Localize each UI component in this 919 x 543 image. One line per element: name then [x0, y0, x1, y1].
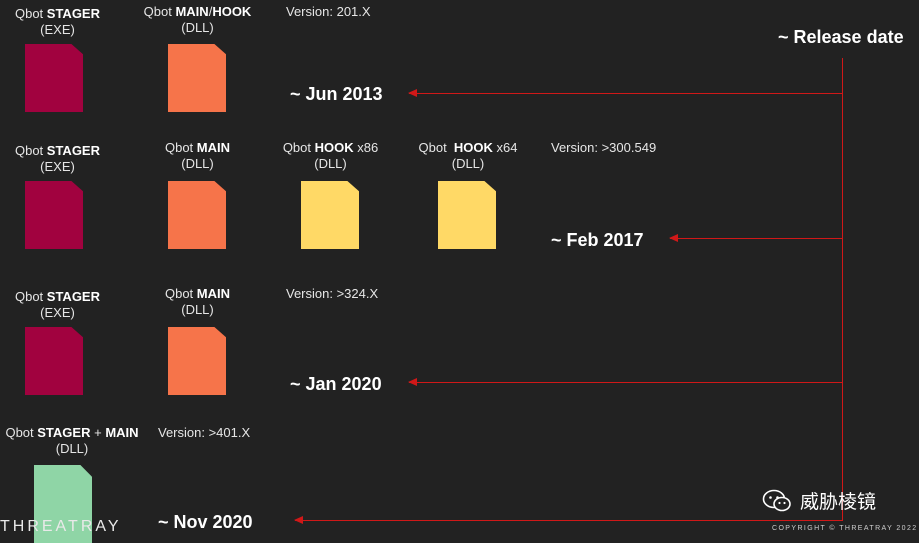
copyright-text: COPYRIGHT © THREATRAY 2022	[772, 525, 918, 532]
version-label: Version: >324.X	[286, 286, 379, 301]
hook-x86-dll-label: Qbot HOOK x86 (DLL)	[282, 140, 379, 171]
main-hook-dll-file-icon	[168, 44, 226, 112]
timeline-arrow	[669, 234, 842, 242]
version-label: Version: 201.X	[286, 4, 371, 19]
stager-exe-label: Qbot STAGER (EXE)	[14, 289, 100, 320]
wechat-account-name: 威胁棱镜	[800, 491, 877, 513]
release-date-label: ~ Jan 2020	[290, 374, 382, 394]
release-date-heading: ~ Release date	[778, 27, 904, 47]
hook-x64-dll-file-icon	[438, 181, 496, 249]
stager-main-dll-label: Qbot STAGER + MAIN (DLL)	[5, 425, 139, 456]
wechat-watermark: 威胁棱镜	[762, 487, 876, 514]
main-hook-dll-label: Qbot MAIN/HOOK (DLL)	[143, 4, 252, 35]
main-dll-label: Qbot MAIN (DLL)	[164, 286, 230, 317]
hook-x86-dll-file-icon	[301, 181, 359, 249]
timeline-line	[842, 58, 843, 521]
stager-exe-label: Qbot STAGER (EXE)	[14, 6, 100, 37]
main-dll-file-icon	[168, 181, 226, 249]
stager-exe-file-icon	[25, 327, 83, 395]
timeline-arrow	[408, 378, 842, 386]
timeline-arrow	[408, 89, 842, 97]
stager-exe-file-icon	[25, 44, 83, 112]
release-date-label: ~ Feb 2017	[551, 230, 644, 250]
hook-x64-dll-label: Qbot HOOK x64 (DLL)	[418, 140, 518, 171]
release-date-label: ~ Nov 2020	[158, 512, 253, 532]
wechat-icon	[762, 489, 791, 511]
timeline-arrow	[294, 516, 843, 524]
main-dll-file-icon	[168, 327, 226, 395]
version-label: Version: >300.549	[551, 140, 657, 155]
stager-exe-label: Qbot STAGER (EXE)	[14, 143, 100, 174]
version-label: Version: >401.X	[158, 425, 251, 440]
stager-exe-file-icon	[25, 181, 83, 249]
release-date-label: ~ Jun 2013	[290, 84, 383, 104]
main-dll-label: Qbot MAIN (DLL)	[164, 140, 230, 171]
threatray-logo: THREATRAY	[0, 518, 122, 535]
